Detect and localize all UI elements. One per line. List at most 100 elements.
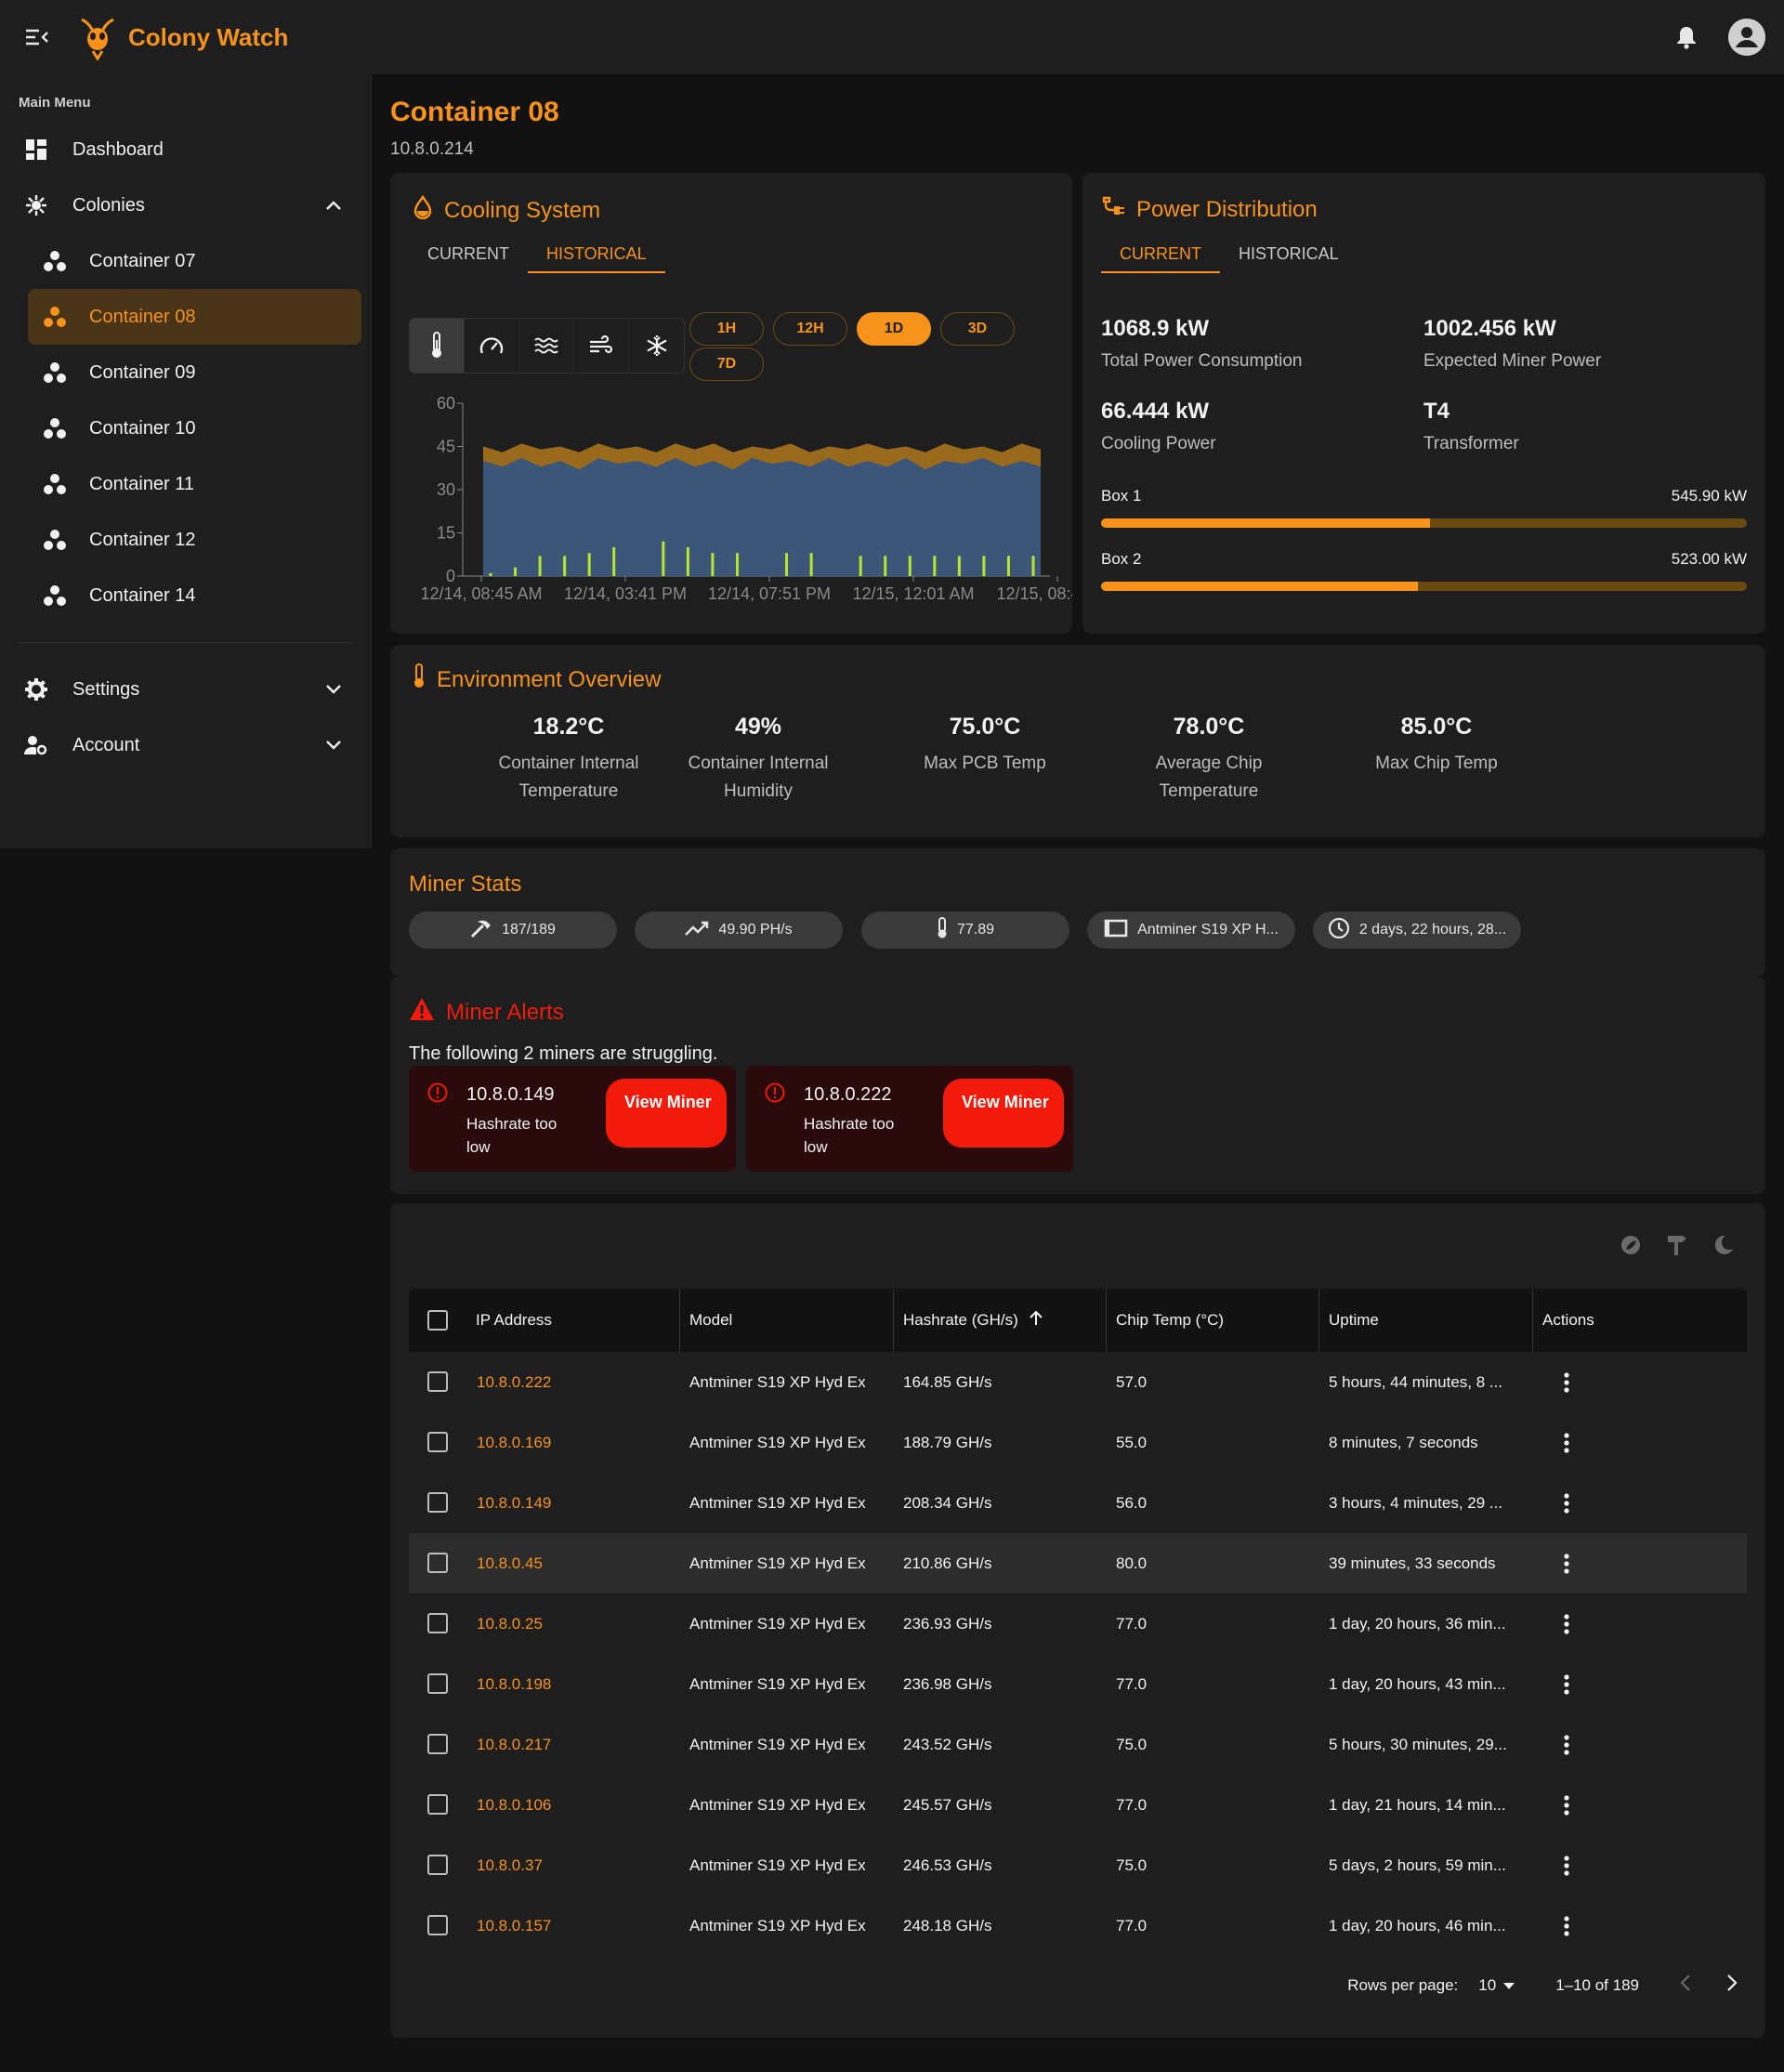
row-hashrate: 210.86 GH/s xyxy=(903,1554,992,1572)
row-ip-link[interactable]: 10.8.0.198 xyxy=(477,1654,662,1714)
column-hashrate[interactable]: Hashrate (GH/s) xyxy=(893,1289,1106,1352)
row-checkbox[interactable] xyxy=(427,1915,448,1935)
row-checkbox[interactable] xyxy=(427,1855,448,1875)
gauge-icon[interactable] xyxy=(465,319,519,373)
more-vert-icon[interactable] xyxy=(1555,1613,1578,1635)
cooling-power-label: Cooling Power xyxy=(1101,434,1216,453)
table-row[interactable]: 10.8.0.169 Antminer S19 XP Hyd Ex 188.79 G… xyxy=(409,1412,1747,1473)
row-ip-link[interactable]: 10.8.0.169 xyxy=(477,1412,662,1473)
row-ip-link[interactable]: 10.8.0.149 xyxy=(477,1473,662,1533)
hammer-icon[interactable] xyxy=(1663,1231,1691,1259)
range-12h-button[interactable]: 12H xyxy=(773,312,847,346)
column-model[interactable]: Model xyxy=(679,1289,893,1352)
waves-icon[interactable] xyxy=(519,319,574,373)
previous-page-icon[interactable] xyxy=(1680,1974,1691,1996)
expected-power-value: 1002.456 kW xyxy=(1423,316,1556,341)
snowflake-icon[interactable] xyxy=(629,319,684,373)
notifications-bell-icon[interactable] xyxy=(1671,21,1702,53)
main-menu-heading: Main Menu xyxy=(19,95,91,111)
next-page-icon[interactable] xyxy=(1726,1974,1738,1996)
sidebar-item-container-11[interactable]: Container 11 xyxy=(0,456,371,512)
table-row[interactable]: 10.8.0.106 Antminer S19 XP Hyd Ex 245.57 G… xyxy=(409,1775,1747,1835)
more-vert-icon[interactable] xyxy=(1555,1673,1578,1696)
sidebar-item-colonies[interactable]: Colonies xyxy=(0,177,371,233)
more-vert-icon[interactable] xyxy=(1555,1553,1578,1575)
y-tick-label: 45 xyxy=(437,438,455,456)
table-row[interactable]: 10.8.0.198 Antminer S19 XP Hyd Ex 236.98 G… xyxy=(409,1654,1747,1714)
table-row[interactable]: 10.8.0.25 Antminer S19 XP Hyd Ex 236.93 GH… xyxy=(409,1593,1747,1654)
dark-mode-moon-icon[interactable] xyxy=(1710,1231,1738,1259)
transformer-value: T4 xyxy=(1423,399,1450,424)
tab-historical[interactable]: HISTORICAL xyxy=(1220,234,1358,273)
chevron-up-icon[interactable] xyxy=(322,194,345,216)
thermometer-icon[interactable] xyxy=(410,319,465,373)
table-row[interactable]: 10.8.0.157 Antminer S19 XP Hyd Ex 248.18 G… xyxy=(409,1895,1747,1956)
chevron-down-icon[interactable] xyxy=(322,734,345,756)
table-row[interactable]: 10.8.0.149 Antminer S19 XP Hyd Ex 208.34 G… xyxy=(409,1473,1747,1533)
row-checkbox[interactable] xyxy=(427,1613,448,1633)
more-vert-icon[interactable] xyxy=(1555,1492,1578,1515)
row-checkbox[interactable] xyxy=(427,1734,448,1754)
x-tick-label: 12/14, 08:45 AM xyxy=(420,584,542,603)
select-all-checkbox[interactable] xyxy=(427,1310,448,1331)
sidebar-item-container-07[interactable]: Container 07 xyxy=(0,233,371,289)
tab-current[interactable]: CURRENT xyxy=(409,234,528,273)
sidebar-item-container-08[interactable]: Container 08 xyxy=(28,289,361,345)
sidebar-item-container-12[interactable]: Container 12 xyxy=(0,512,371,568)
more-vert-icon[interactable] xyxy=(1555,1432,1578,1454)
row-ip-link[interactable]: 10.8.0.217 xyxy=(477,1714,662,1775)
menu-collapse-icon[interactable] xyxy=(19,19,56,56)
more-vert-icon[interactable] xyxy=(1555,1855,1578,1877)
wind-icon[interactable] xyxy=(574,319,629,373)
column-ip[interactable]: IP Address xyxy=(466,1289,615,1352)
range-1d-button[interactable]: 1D xyxy=(857,312,931,346)
range-3d-button[interactable]: 3D xyxy=(940,312,1015,346)
view-miner-button[interactable]: View Miner xyxy=(606,1079,727,1147)
chevron-down-icon[interactable] xyxy=(322,678,345,701)
table-row[interactable]: 10.8.0.222 Antminer S19 XP Hyd Ex 164.85 G… xyxy=(409,1352,1747,1412)
eco-leaf-icon[interactable] xyxy=(1617,1231,1645,1259)
temperature-chip: 77.89 xyxy=(861,911,1069,949)
row-checkbox[interactable] xyxy=(427,1432,448,1452)
container-cluster-icon xyxy=(43,472,67,496)
row-checkbox[interactable] xyxy=(427,1371,448,1392)
tab-historical[interactable]: HISTORICAL xyxy=(528,234,665,273)
table-row[interactable]: 10.8.0.45 Antminer S19 XP Hyd Ex 210.86 GH… xyxy=(409,1533,1747,1593)
row-checkbox[interactable] xyxy=(427,1492,448,1513)
row-chip-temp: 55.0 xyxy=(1116,1434,1148,1451)
user-avatar-icon[interactable] xyxy=(1728,19,1765,56)
sidebar-item-account[interactable]: Account xyxy=(0,717,371,773)
rows-per-page-select[interactable]: 10 xyxy=(1478,1976,1515,1995)
row-ip-link[interactable]: 10.8.0.222 xyxy=(477,1352,662,1412)
more-vert-icon[interactable] xyxy=(1555,1915,1578,1937)
tab-current[interactable]: CURRENT xyxy=(1101,234,1220,273)
more-vert-icon[interactable] xyxy=(1555,1371,1578,1394)
column-uptime[interactable]: Uptime xyxy=(1318,1289,1532,1352)
more-vert-icon[interactable] xyxy=(1555,1794,1578,1816)
sidebar-item-container-14[interactable]: Container 14 xyxy=(0,568,371,623)
row-checkbox[interactable] xyxy=(427,1673,448,1694)
row-uptime: 5 days, 2 hours, 59 min... xyxy=(1329,1856,1506,1874)
sidebar-item-label: Colonies xyxy=(72,194,145,216)
sort-arrow-up-icon[interactable] xyxy=(1030,1290,1043,1353)
range-1h-button[interactable]: 1H xyxy=(689,312,764,346)
table-row[interactable]: 10.8.0.217 Antminer S19 XP Hyd Ex 243.52 G… xyxy=(409,1714,1747,1775)
column-chip-temp[interactable]: Chip Temp (°C) xyxy=(1106,1289,1318,1352)
row-ip-link[interactable]: 10.8.0.37 xyxy=(477,1835,662,1895)
row-uptime: 8 minutes, 7 seconds xyxy=(1329,1434,1478,1451)
row-ip-link[interactable]: 10.8.0.25 xyxy=(477,1593,662,1654)
view-miner-button[interactable]: View Miner xyxy=(943,1079,1064,1147)
row-checkbox[interactable] xyxy=(427,1553,448,1573)
row-uptime: 5 hours, 30 minutes, 29... xyxy=(1329,1736,1507,1753)
row-ip-link[interactable]: 10.8.0.45 xyxy=(477,1533,662,1593)
sidebar-item-container-10[interactable]: Container 10 xyxy=(0,400,371,456)
sidebar-item-container-09[interactable]: Container 09 xyxy=(0,345,371,400)
row-checkbox[interactable] xyxy=(427,1794,448,1815)
row-ip-link[interactable]: 10.8.0.106 xyxy=(477,1775,662,1835)
sidebar-item-settings[interactable]: Settings xyxy=(0,662,371,717)
row-ip-link[interactable]: 10.8.0.157 xyxy=(477,1895,662,1956)
range-7d-button[interactable]: 7D xyxy=(689,348,764,381)
sidebar-item-dashboard[interactable]: Dashboard xyxy=(0,122,371,177)
table-row[interactable]: 10.8.0.37 Antminer S19 XP Hyd Ex 246.53 GH… xyxy=(409,1835,1747,1895)
more-vert-icon[interactable] xyxy=(1555,1734,1578,1756)
